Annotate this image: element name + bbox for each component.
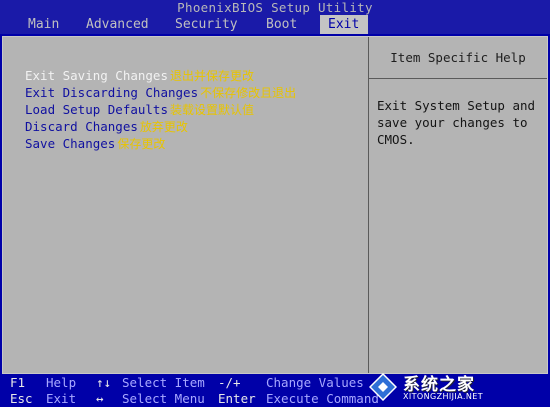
option-load-setup-defaults[interactable]: Load Setup Defaults 装载设置默认值 <box>25 101 296 118</box>
option-annotation: 退出并保存更改 <box>170 69 255 83</box>
option-label: Save Changes <box>25 136 116 151</box>
key-enter-desc: Execute Command <box>266 391 379 406</box>
tab-main[interactable]: Main <box>22 15 65 34</box>
bios-screen: PhoenixBIOS Setup Utility Main Advanced … <box>0 0 550 407</box>
help-text: Exit System Setup and save your changes … <box>377 98 536 147</box>
tab-security[interactable]: Security <box>169 15 244 34</box>
key-up-down-desc: Select Item <box>122 375 205 390</box>
option-annotation: 不保存修改且退出 <box>200 86 297 100</box>
key-minus-plus: -/+ <box>218 375 241 390</box>
option-label: Exit Discarding Changes <box>25 85 199 100</box>
option-label: Discard Changes <box>25 119 138 134</box>
menu-bar: Main Advanced Security Boot Exit <box>0 15 550 34</box>
tab-advanced[interactable]: Advanced <box>80 15 155 34</box>
option-save-changes[interactable]: Save Changes 保存更改 <box>25 135 296 152</box>
tab-boot[interactable]: Boot <box>260 15 303 34</box>
watermark-url: XITONGZHIJIA.NET <box>403 392 483 401</box>
option-exit-discarding-changes[interactable]: Exit Discarding Changes 不保存修改且退出 <box>25 84 296 101</box>
key-up-down: ↑↓ <box>96 375 112 390</box>
option-annotation: 装载设置默认值 <box>170 103 255 117</box>
options-pane: Exit Saving Changes 退出并保存更改 Exit Discardi… <box>3 37 369 373</box>
option-label: Load Setup Defaults <box>25 102 168 117</box>
key-f1-desc: Help <box>46 375 77 390</box>
key-left-right-desc: Select Menu <box>122 391 205 406</box>
key-minus-plus-desc: Change Values <box>266 375 364 390</box>
option-discard-changes[interactable]: Discard Changes 放弃更改 <box>25 118 296 135</box>
key-f1: F1 <box>10 375 26 390</box>
option-label: Exit Saving Changes <box>25 68 168 83</box>
option-annotation: 保存更改 <box>117 137 166 151</box>
tab-exit[interactable]: Exit <box>320 15 368 34</box>
option-exit-saving-changes[interactable]: Exit Saving Changes 退出并保存更改 <box>25 67 296 84</box>
help-pane: Item Specific Help Exit System Setup and… <box>369 37 547 373</box>
watermark: 系统之家 XITONGZHIJIA.NET <box>369 369 544 405</box>
main-panel: Exit Saving Changes 退出并保存更改 Exit Discardi… <box>2 36 548 374</box>
option-annotation: 放弃更改 <box>139 120 188 134</box>
key-enter: Enter <box>218 391 256 406</box>
key-left-right: ↔ <box>96 391 104 406</box>
exit-options-list: Exit Saving Changes 退出并保存更改 Exit Discardi… <box>25 67 296 152</box>
help-header: Item Specific Help <box>369 37 547 79</box>
key-esc-desc: Exit <box>46 391 77 406</box>
window-title: PhoenixBIOS Setup Utility <box>0 0 550 15</box>
watermark-logo-icon <box>369 373 397 401</box>
key-esc: Esc <box>10 391 33 406</box>
